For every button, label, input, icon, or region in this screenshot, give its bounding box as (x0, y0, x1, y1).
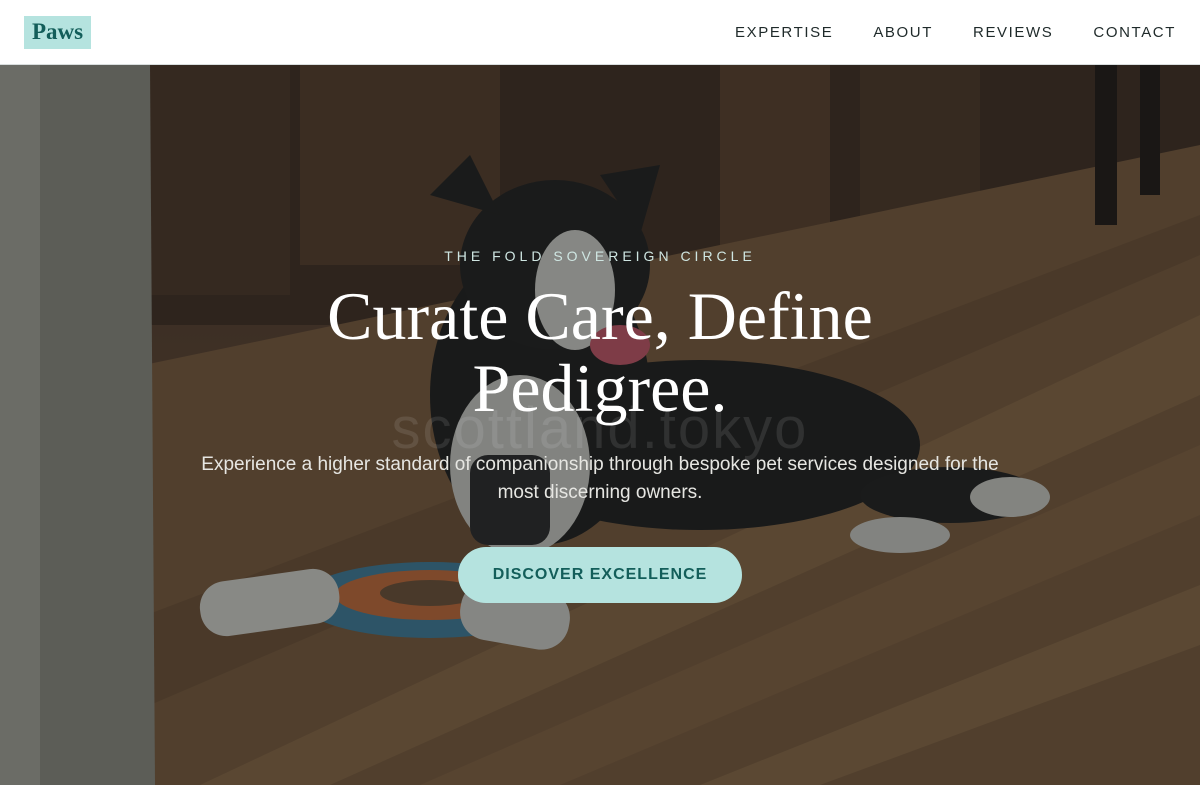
hero-headline: Curate Care, Define Pedigree. (327, 278, 873, 426)
hero-content: scottland.tokyo THE FOLD SOVEREIGN CIRCL… (0, 65, 1200, 785)
page-bottom-strip (0, 785, 1200, 800)
nav-link-reviews[interactable]: REVIEWS (973, 24, 1053, 41)
main-nav: EXPERTISE ABOUT REVIEWS CONTACT (735, 24, 1176, 41)
nav-link-expertise[interactable]: EXPERTISE (735, 24, 833, 41)
hero-eyebrow: THE FOLD SOVEREIGN CIRCLE (444, 248, 756, 264)
hero-section: scottland.tokyo THE FOLD SOVEREIGN CIRCL… (0, 65, 1200, 785)
hero-subtext: Experience a higher standard of companio… (201, 454, 999, 503)
logo[interactable]: Paws (24, 15, 92, 49)
nav-link-about[interactable]: ABOUT (873, 24, 933, 41)
discover-excellence-button[interactable]: DISCOVER EXCELLENCE (458, 547, 742, 603)
site-header: Paws EXPERTISE ABOUT REVIEWS CONTACT (0, 0, 1200, 65)
nav-link-contact[interactable]: CONTACT (1093, 24, 1176, 41)
